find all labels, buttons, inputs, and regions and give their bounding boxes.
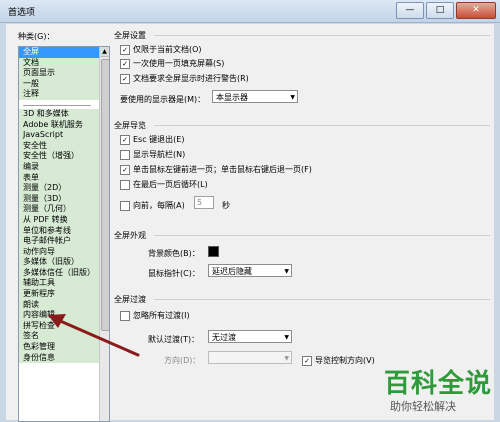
- watermark-title: 百科全说: [383, 369, 492, 399]
- watermark-subtitle: 助你轻松解决: [389, 400, 456, 413]
- arrow-shaft: [56, 318, 140, 357]
- annotation-arrow: [48, 314, 140, 357]
- watermark-logo: 百科全说 助你轻松解决: [384, 363, 492, 414]
